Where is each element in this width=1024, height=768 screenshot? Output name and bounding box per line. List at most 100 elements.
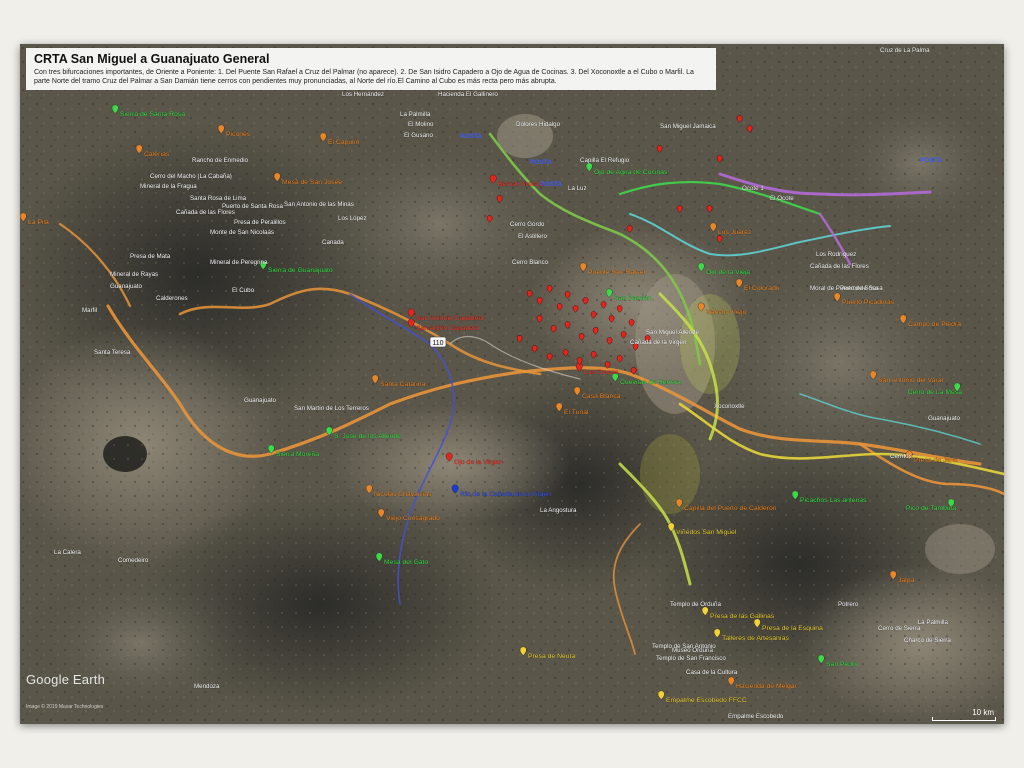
place-label[interactable]: El Cubo xyxy=(232,287,255,294)
place-label[interactable]: Jalpa xyxy=(898,577,915,584)
place-label[interactable]: El Colorado xyxy=(744,285,780,292)
place-label[interactable]: La Palmilla xyxy=(918,619,949,626)
place-label[interactable]: Sierra de Guanajuato xyxy=(268,267,333,274)
place-label[interactable]: San Pedro xyxy=(826,661,859,668)
place-label[interactable]: San Martín de Los Terreros xyxy=(294,405,369,412)
place-label[interactable]: Guanajuato xyxy=(110,283,143,290)
place-label[interactable]: La Palmilla xyxy=(400,111,431,118)
place-label[interactable]: Hacienda de Melgar xyxy=(736,683,798,690)
place-label[interactable]: Cruz de La Palma xyxy=(880,47,930,54)
place-label[interactable]: Xoconoxtle xyxy=(714,403,745,410)
place-label[interactable]: Casa de la Cultura xyxy=(686,669,738,676)
place-label[interactable]: El Astillero xyxy=(518,233,548,240)
place-label[interactable]: Santa Rosa de Lima xyxy=(190,195,247,202)
place-label[interactable]: Potrero xyxy=(838,601,859,608)
place-label[interactable]: Ojo de la Virgen xyxy=(454,459,503,466)
place-label[interactable]: Talleres de Artesanías xyxy=(722,635,790,642)
place-label[interactable]: Los Juárez xyxy=(718,229,752,236)
place-label[interactable]: Ocote 1 xyxy=(742,185,764,192)
place-label[interactable]: La Calera xyxy=(54,549,82,556)
place-label[interactable]: Presa de Neuta xyxy=(528,653,576,660)
place-label[interactable]: Mendoza xyxy=(194,683,220,690)
place-label[interactable]: Picones xyxy=(226,131,251,138)
place-label[interactable]: Cerritos xyxy=(890,453,912,460)
place-label[interactable]: Mineral de la Fragua xyxy=(140,183,198,190)
place-label[interactable]: Cerro del Macho (La Cabaña) xyxy=(150,173,232,180)
place-label[interactable]: Dolores Hidalgo xyxy=(516,121,561,128)
place-label[interactable]: Rancho de Enmedio xyxy=(192,157,249,164)
place-label[interactable]: Canada xyxy=(322,239,344,246)
place-label[interactable]: Santa Catarina xyxy=(380,381,426,388)
satellite-map[interactable]: Los Hernández Hacienda El Gallinero Sierra… xyxy=(20,44,1004,724)
place-label[interactable]: San Antonio del Varal xyxy=(878,377,944,384)
place-label[interactable]: Sierra de Santa Rosa xyxy=(120,111,185,118)
place-label[interactable]: Marfil xyxy=(82,307,97,314)
place-label[interactable]: Río de la Cañada de la Virgen xyxy=(460,491,551,498)
place-label[interactable]: Mesa de San Josée xyxy=(282,179,343,186)
place-label[interactable]: Moral de Puerto de Sosa xyxy=(810,285,879,292)
place-label[interactable]: Calerías xyxy=(144,151,170,158)
place-label[interactable]: Monte de San Nicolaás xyxy=(210,229,274,236)
place-label[interactable]: Templo de San Francisco xyxy=(656,655,727,662)
place-label[interactable]: Empalme Escobedo FFCC xyxy=(666,697,747,704)
place-label[interactable]: Presa de la Esquina xyxy=(762,625,823,632)
place-label[interactable]: Los Rodríguez xyxy=(816,251,857,258)
place-label[interactable]: Presa de Mata xyxy=(130,253,171,260)
place-label[interactable]: Cañada de las Flores xyxy=(810,263,869,270)
place-label[interactable]: Presa de Peralillos xyxy=(234,219,286,226)
place-label[interactable]: Capilla El Refugio xyxy=(580,157,630,164)
place-label[interactable]: Los López xyxy=(338,215,367,222)
place-label[interactable]: El Tunal xyxy=(564,409,589,416)
place-label[interactable]: Nicolás Chavarrías xyxy=(374,491,432,498)
place-label[interactable]: Templo de Orduña xyxy=(670,601,722,608)
place-label[interactable]: Viñedos San Miguel xyxy=(676,529,737,536)
place-label[interactable]: Ojo de la Vieja xyxy=(706,269,751,276)
place-label[interactable]: El Ocote xyxy=(770,195,795,202)
place-label[interactable]: Mineral de Rayas xyxy=(110,271,158,278)
place-label[interactable]: El Molino xyxy=(408,121,434,128)
place-label[interactable]: Cañada de la Virgen xyxy=(630,339,687,346)
place-label[interactable]: Charco de Sierra xyxy=(904,637,952,644)
place-label[interactable]: Presa de las Gallinas xyxy=(710,613,775,620)
place-label[interactable]: Viejo Consagrado xyxy=(386,515,440,522)
place-label[interactable]: Cañada de las Flores xyxy=(176,209,235,216)
place-label[interactable]: Empalme Escobedo xyxy=(728,713,784,720)
place-label[interactable]: Templo de San Antonio xyxy=(652,643,716,650)
place-label[interactable]: Pico de Tambula xyxy=(906,505,957,512)
place-label[interactable]: San Miguel Allende xyxy=(646,329,700,336)
place-label[interactable]: Mineral de Peregrina xyxy=(210,259,268,266)
place-label[interactable]: La Angostura xyxy=(540,507,577,514)
place-label[interactable]: Ojo de Agua de Cocinas xyxy=(594,169,668,176)
place-label[interactable]: Mesa del Gato xyxy=(384,559,429,566)
place-label[interactable]: Hacienda El Gallinero xyxy=(438,91,499,98)
place-label[interactable]: Guanajuato xyxy=(928,415,961,422)
place-label[interactable]: La Luz xyxy=(568,185,587,192)
place-label[interactable]: Cerro de Sierra xyxy=(878,625,921,632)
place-label[interactable]: Comedeiro xyxy=(118,557,149,564)
place-label[interactable]: Picachos Las antenas xyxy=(800,497,867,504)
place-label[interactable]: Rancho Viejo xyxy=(706,309,747,316)
place-label[interactable]: Guanajuato xyxy=(244,397,277,404)
place-label[interactable]: San Damián xyxy=(614,295,652,302)
place-label[interactable]: Casa Blanca xyxy=(582,393,621,400)
place-label[interactable]: Campo de Piedra xyxy=(908,321,961,328)
place-label[interactable]: La Pila xyxy=(28,219,49,226)
place-label[interactable]: S. José de los Allende xyxy=(334,433,401,440)
place-label[interactable]: Puente San Rafael xyxy=(588,269,646,276)
place-label[interactable]: Presa de Jaral xyxy=(914,457,959,464)
place-label[interactable]: San Antón Capadero xyxy=(416,325,480,332)
place-label[interactable]: Cerro de La Mesa xyxy=(907,389,963,396)
place-label[interactable]: San Miguel Jamaica xyxy=(660,123,717,130)
place-label[interactable]: San Antonio de las Minas xyxy=(284,201,354,208)
place-label[interactable]: Calderones xyxy=(156,295,188,302)
place-label[interactable]: Sierra Moreña xyxy=(276,451,320,458)
place-label[interactable]: El Capulín xyxy=(328,139,360,146)
place-label[interactable]: Cerro Gordo xyxy=(510,221,545,228)
place-label[interactable]: El Gusano xyxy=(404,132,434,139)
place-label[interactable]: Capilla del Puerto de Calderón xyxy=(684,505,777,512)
place-label[interactable]: Cerro Blanco xyxy=(512,259,549,266)
place-label[interactable]: Los Cruces xyxy=(584,369,619,376)
place-label[interactable]: Puerto Picaduras xyxy=(842,299,895,306)
place-label[interactable]: Bernal Vinícola xyxy=(498,181,544,188)
place-label[interactable]: Cuevitas de Herrera xyxy=(620,379,681,386)
